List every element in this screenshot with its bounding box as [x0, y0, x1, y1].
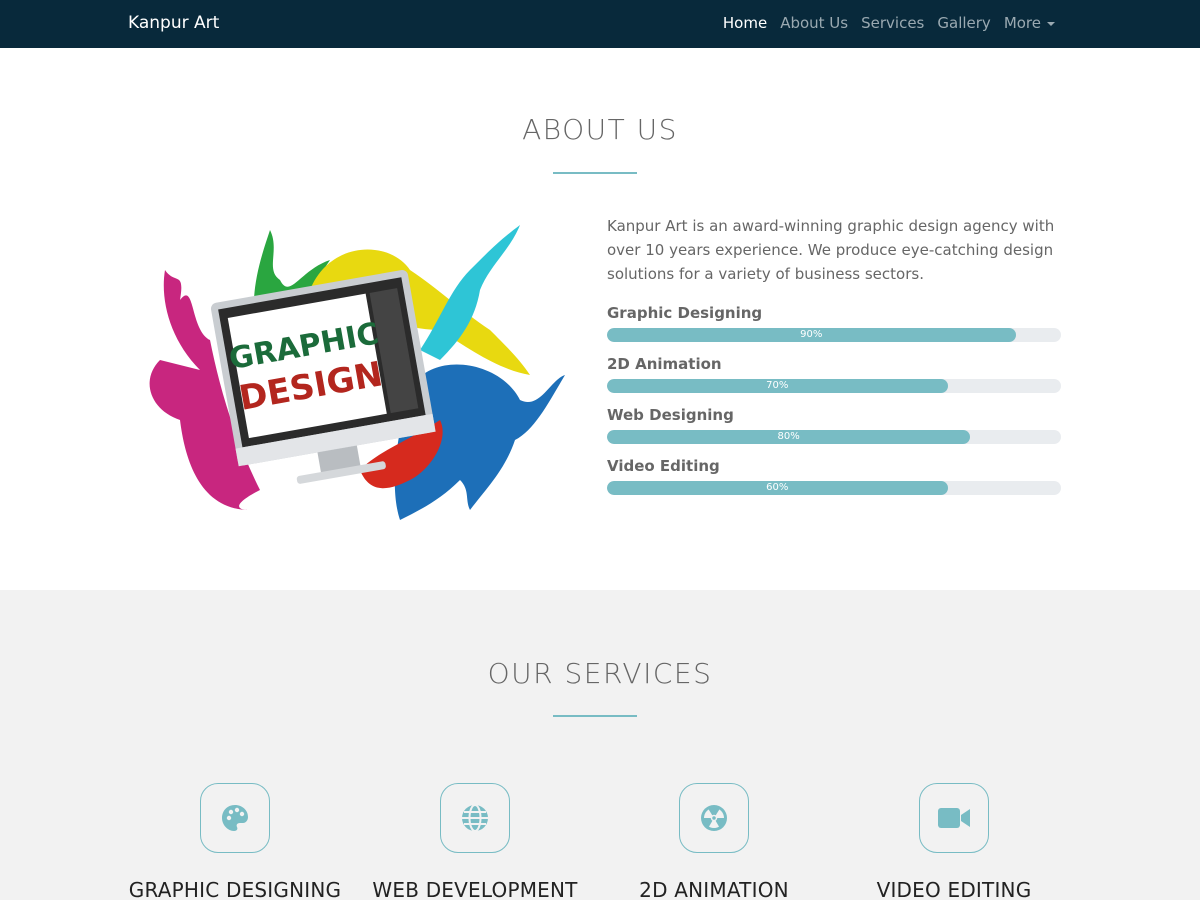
progress-bar: 80%: [607, 430, 971, 444]
nav-item-label: Gallery: [937, 14, 991, 32]
progress-track: 70%: [607, 379, 1061, 393]
service-graphic-designing[interactable]: GRAPHIC DESIGNING: [115, 783, 355, 902]
skill-label: Video Editing: [607, 457, 720, 475]
skill-item: Web Designing 80%: [607, 405, 1061, 456]
progress-track: 90%: [607, 328, 1061, 342]
nav-item-about-us[interactable]: About Us: [780, 14, 848, 32]
progress-bar: 70%: [607, 379, 948, 393]
graphic-design-illustration: GRAPHIC DESIGN: [149, 225, 565, 520]
nav-item-services[interactable]: Services: [861, 14, 924, 32]
service-video-editing[interactable]: VIDEO EDITING: [834, 783, 1074, 902]
progress-track: 80%: [607, 430, 1061, 444]
video-camera-icon: [938, 808, 970, 828]
service-2d-animation[interactable]: 2D ANIMATION: [594, 783, 834, 902]
about-title-divider: [553, 172, 637, 174]
skills-list: Graphic Designing 90% 2D Animation 70% W…: [607, 303, 1061, 507]
services-title: OUR SERVICES: [487, 657, 713, 690]
service-web-development[interactable]: WEB DEVELOPMENT: [355, 783, 595, 902]
nav-menu: Home About Us Services Gallery More: [710, 14, 1055, 32]
about-description: Kanpur Art is an award-winning graphic d…: [607, 217, 1055, 283]
service-title: VIDEO EDITING: [876, 878, 1032, 902]
about-title: ABOUT US: [522, 113, 678, 146]
globe-icon: [462, 804, 488, 832]
nav-item-label: More: [1003, 14, 1041, 32]
nav-item-label: About Us: [780, 14, 849, 32]
radiation-icon: [701, 805, 727, 831]
progress-bar: 60%: [607, 481, 948, 495]
service-title: WEB DEVELOPMENT: [372, 878, 578, 902]
nav-item-home[interactable]: Home: [723, 14, 767, 32]
navbar: Kanpur Art Home About Us Services Galler…: [0, 0, 1200, 48]
nav-item-label: Home: [722, 14, 768, 32]
service-title: GRAPHIC DESIGNING: [128, 878, 342, 902]
progress-bar: 90%: [607, 328, 1016, 342]
services-title-divider: [553, 715, 637, 717]
service-icon-box: [440, 783, 510, 853]
skill-item: 2D Animation 70%: [607, 354, 1061, 405]
progress-track: 60%: [607, 481, 1061, 495]
skill-item: Graphic Designing 90%: [607, 303, 1061, 354]
nav-item-label: Services: [861, 14, 925, 32]
nav-item-more-dropdown[interactable]: More: [1004, 14, 1055, 32]
service-icon-box: [679, 783, 749, 853]
service-icon-box: [200, 783, 270, 853]
skill-label: Graphic Designing: [607, 304, 763, 322]
skill-label: 2D Animation: [607, 355, 722, 373]
caret-down-icon: [1047, 22, 1055, 26]
brand-link[interactable]: Kanpur Art: [128, 13, 219, 33]
skill-item: Video Editing 60%: [607, 456, 1061, 507]
palette-icon: [222, 805, 248, 831]
service-title: 2D ANIMATION: [639, 878, 789, 902]
nav-item-gallery[interactable]: Gallery: [937, 14, 990, 32]
service-icon-box: [919, 783, 989, 853]
skill-label: Web Designing: [607, 406, 734, 424]
